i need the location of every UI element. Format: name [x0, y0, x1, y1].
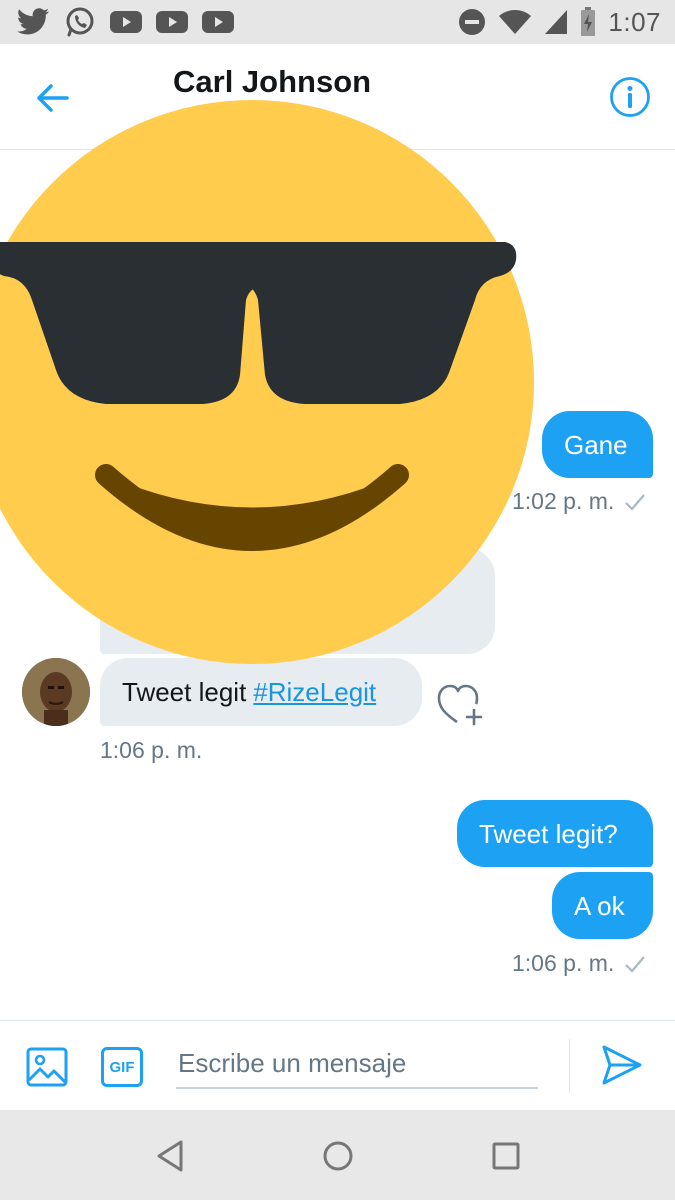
message-bubble-incoming[interactable]: Tweet legit #RizeLegit [100, 658, 422, 726]
clock: 1:07 [608, 6, 661, 37]
sunglasses-emoji [0, 100, 534, 664]
message-input[interactable] [176, 1039, 538, 1089]
youtube-icon [110, 10, 142, 34]
message-bubble-outgoing[interactable]: Tweet legit? [457, 800, 653, 867]
do-not-disturb-icon [458, 8, 486, 36]
info-button[interactable] [609, 76, 651, 118]
message-text: Gane [564, 429, 628, 460]
message-text: Tweet legit? [479, 818, 618, 849]
notification-icons [16, 6, 234, 38]
message-text: Tweet legit [122, 677, 247, 707]
heart-plus-icon [437, 684, 483, 726]
checkmark-icon [625, 493, 646, 511]
message-meta: 1:06 p. m. [512, 950, 646, 977]
conversation-title: Carl Johnson [173, 64, 372, 99]
message-bubble-outgoing[interactable]: Gane [542, 411, 653, 478]
square-recents-icon [492, 1142, 520, 1170]
info-icon [610, 77, 650, 117]
nav-home-button[interactable] [318, 1136, 358, 1176]
signal-icon [544, 9, 568, 35]
message-text: A ok [574, 890, 625, 921]
whatsapp-icon [64, 6, 96, 38]
gif-button[interactable]: GIF [101, 1047, 143, 1087]
message-timestamp: 1:06 p. m. [100, 737, 203, 763]
image-icon [26, 1047, 68, 1087]
message-bubble-outgoing[interactable]: A ok [552, 872, 653, 939]
message-composer: GIF [0, 1020, 675, 1110]
nav-recents-button[interactable] [486, 1136, 526, 1176]
nav-back-button[interactable] [150, 1136, 190, 1176]
add-image-button[interactable] [26, 1047, 68, 1087]
status-bar: 1:07 [0, 0, 675, 44]
navigation-bar [0, 1110, 675, 1200]
composer-divider [569, 1039, 570, 1093]
send-icon [602, 1045, 642, 1085]
avatar [22, 658, 90, 726]
battery-charging-icon [580, 7, 596, 37]
triangle-back-icon [157, 1140, 183, 1172]
system-status: 1:07 [458, 6, 661, 38]
hashtag-link[interactable]: #RizeLegit [253, 679, 376, 705]
twitter-icon [16, 8, 50, 36]
message-meta: 1:06 p. m. [100, 737, 202, 764]
circle-home-icon [323, 1141, 353, 1171]
like-button[interactable] [436, 682, 486, 728]
gif-label: GIF [109, 1058, 135, 1076]
message-timestamp: 1:06 p. m. [512, 950, 615, 976]
checkmark-icon [625, 955, 646, 973]
send-button[interactable] [600, 1043, 644, 1087]
youtube-icon [202, 10, 234, 34]
youtube-icon [156, 10, 188, 34]
wifi-icon [498, 9, 532, 35]
